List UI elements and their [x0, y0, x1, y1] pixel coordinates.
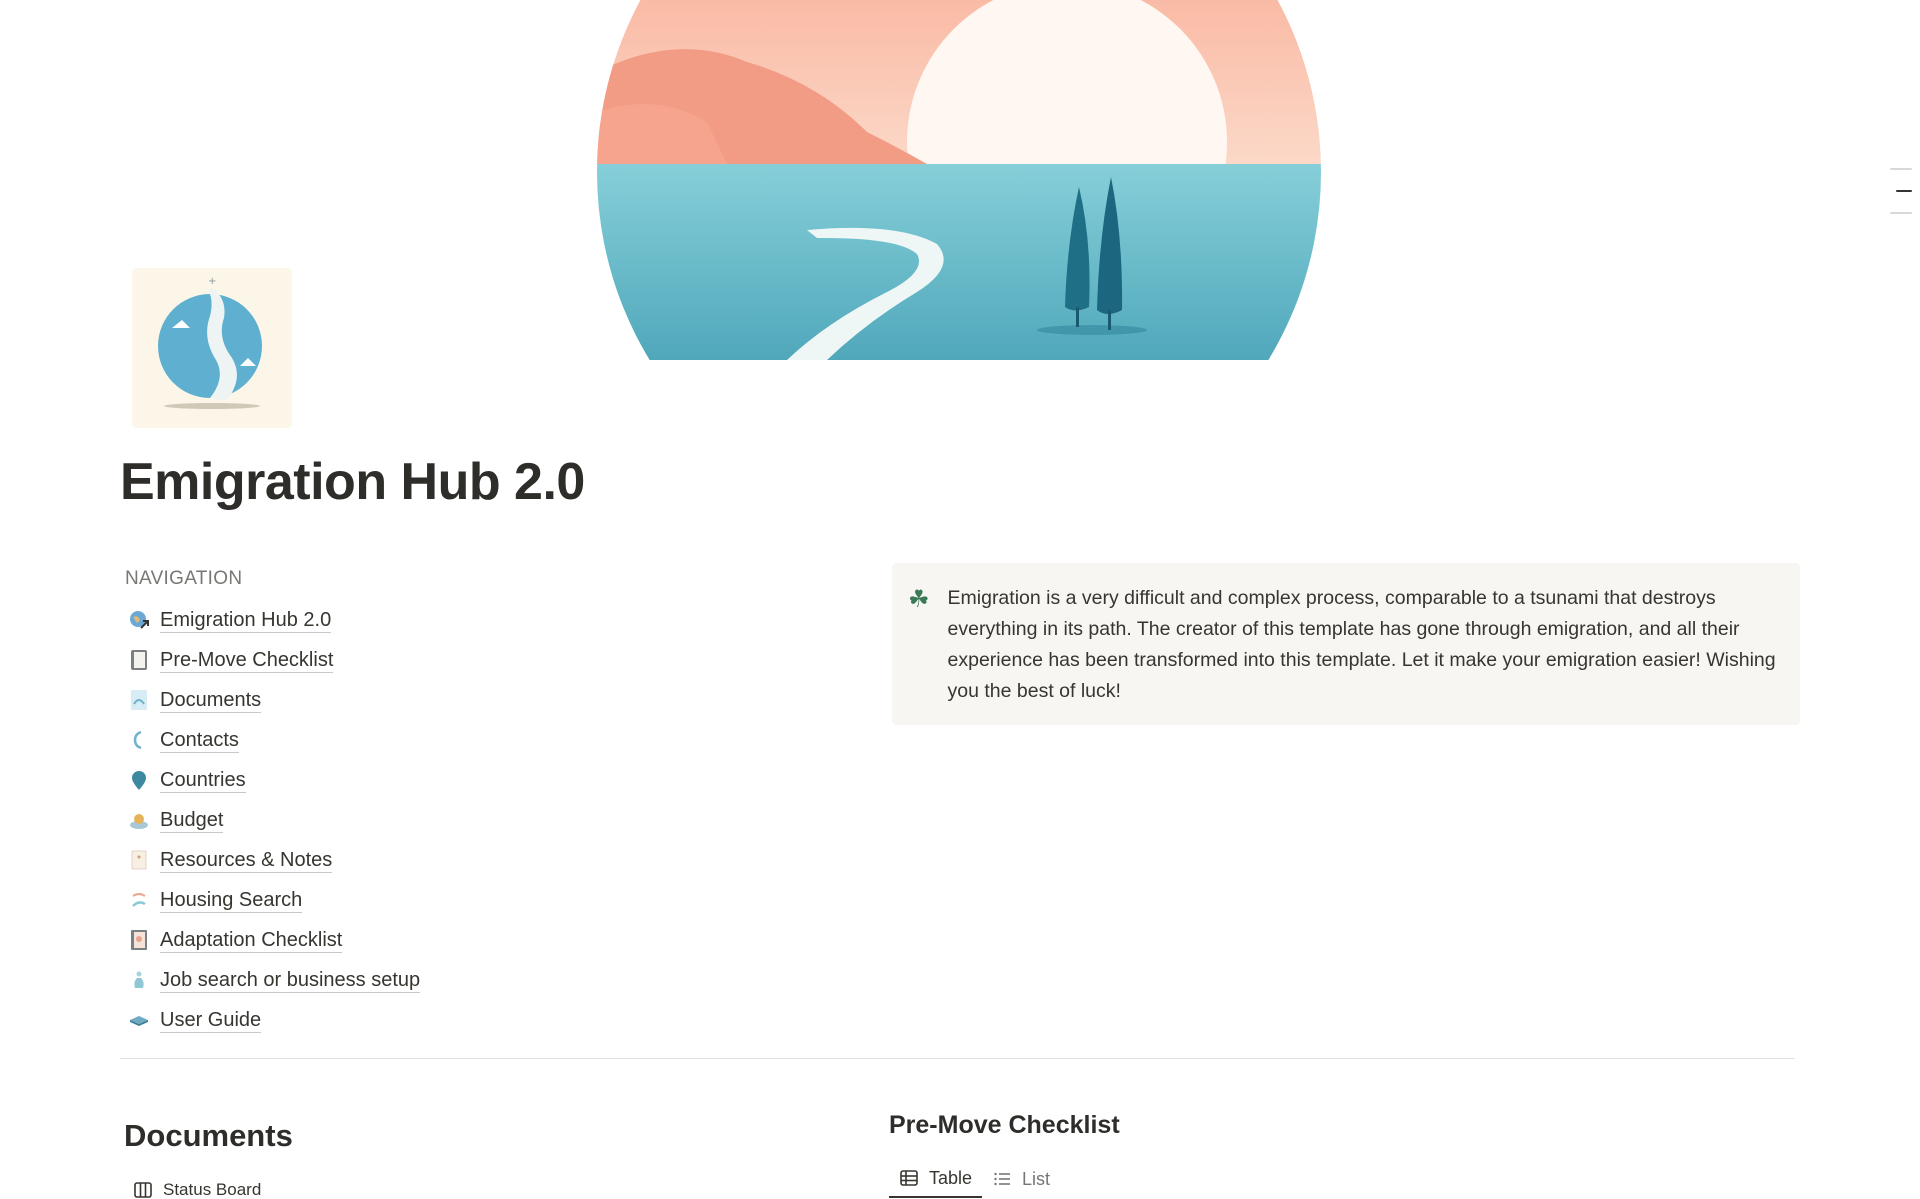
tab-list[interactable]: List — [982, 1160, 1060, 1198]
page-icon[interactable]: + — [132, 268, 292, 428]
nav-label: Resources & Notes — [160, 848, 333, 873]
nav-item-user-guide[interactable]: User Guide — [126, 1000, 420, 1040]
clover-icon: ☘ — [908, 586, 930, 613]
book-icon — [126, 1007, 152, 1033]
view-tabs: Table List — [889, 1160, 1060, 1198]
navigation-list: Emigration Hub 2.0 Pre-Move Checklist Do… — [126, 600, 421, 1040]
nav-item-contacts[interactable]: Contacts — [126, 720, 420, 760]
nav-label: Housing Search — [160, 888, 303, 913]
table-of-contents-marks[interactable] — [1890, 168, 1912, 234]
cover-illustration — [597, 0, 1321, 360]
nav-item-countries[interactable]: Countries — [126, 760, 420, 800]
globe-link-icon — [126, 607, 152, 633]
cover-image[interactable] — [597, 0, 1322, 360]
nav-item-pre-move-checklist[interactable]: Pre-Move Checklist — [126, 640, 420, 680]
divider — [120, 1058, 1795, 1059]
checklist-icon — [126, 927, 152, 953]
documents-heading: Documents — [124, 1118, 293, 1153]
nav-item-resources-notes[interactable]: Resources & Notes — [126, 840, 420, 880]
nav-item-emigration-hub[interactable]: Emigration Hub 2.0 — [126, 600, 420, 640]
nav-label: Job search or business setup — [160, 968, 421, 993]
briefcase-icon — [126, 967, 152, 993]
document-icon — [126, 687, 152, 713]
nav-item-documents[interactable]: Documents — [126, 680, 420, 720]
nav-item-housing-search[interactable]: Housing Search — [126, 880, 420, 920]
svg-text:+: + — [208, 276, 216, 287]
callout-text: Emigration is a very difficult and compl… — [947, 587, 1776, 702]
phone-icon — [126, 727, 152, 753]
nav-label: Countries — [160, 768, 246, 793]
tab-table[interactable]: Table — [889, 1160, 983, 1198]
page-title: Emigration Hub 2.0 — [120, 453, 585, 511]
callout-block[interactable]: ☘ Emigration is a very difficult and com… — [892, 563, 1800, 725]
nav-item-adaptation-checklist[interactable]: Adaptation Checklist — [126, 920, 420, 960]
tab-label: List — [1022, 1168, 1051, 1189]
status-board-label: Status Board — [163, 1180, 262, 1199]
list-icon — [994, 1172, 1011, 1186]
map-pin-icon — [126, 767, 152, 793]
pre-move-checklist-heading: Pre-Move Checklist — [889, 1111, 1120, 1139]
nav-label: Emigration Hub 2.0 — [160, 608, 332, 633]
navigation-heading: NAVIGATION — [125, 568, 243, 589]
board-view-icon — [134, 1182, 152, 1198]
notion-page: + Emigration Hub 2.0 NAVIGATION Emigrati… — [0, 0, 1920, 1199]
house-icon — [126, 887, 152, 913]
nav-label: Adaptation Checklist — [160, 928, 343, 953]
nav-item-budget[interactable]: Budget — [126, 800, 420, 840]
nav-label: Contacts — [160, 728, 239, 753]
road-globe-icon: + — [158, 276, 262, 409]
nav-label: Budget — [160, 808, 224, 833]
nav-label: Documents — [160, 688, 262, 713]
note-icon — [126, 847, 152, 873]
status-board-view[interactable]: Status Board — [133, 1180, 261, 1199]
nav-item-job-search[interactable]: Job search or business setup — [126, 960, 421, 1000]
nav-label: User Guide — [160, 1008, 262, 1033]
nav-label: Pre-Move Checklist — [160, 648, 334, 673]
table-icon — [900, 1170, 918, 1186]
tab-label: Table — [929, 1167, 973, 1188]
money-icon — [126, 807, 152, 833]
notebook-icon — [126, 647, 152, 673]
